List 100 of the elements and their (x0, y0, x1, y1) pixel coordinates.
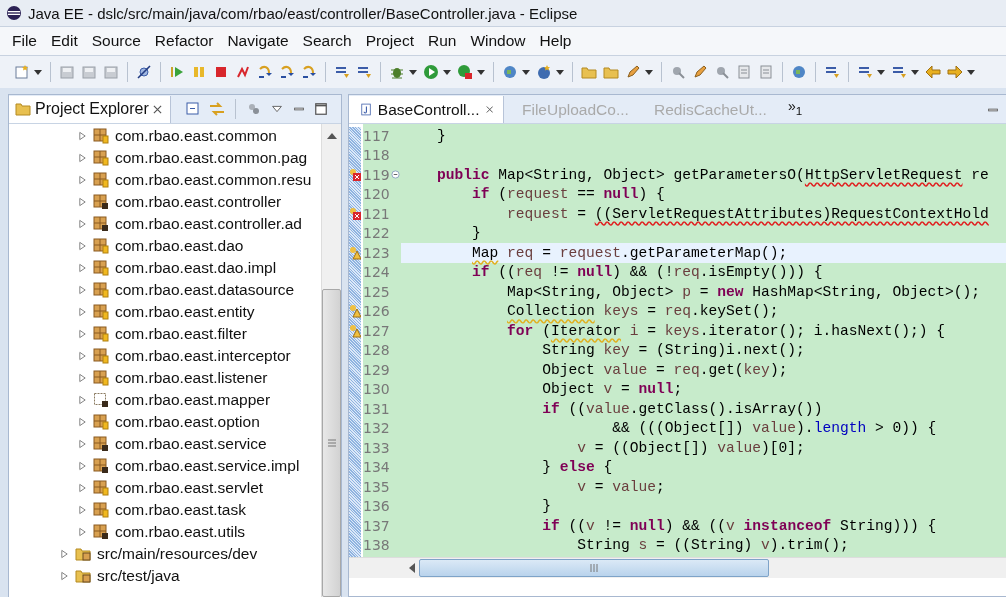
menu-item[interactable]: Source (84, 32, 148, 50)
tree-item[interactable]: com.rbao.east.listener (115, 369, 268, 387)
menu-item[interactable]: Search (295, 32, 359, 50)
menu-item[interactable]: Edit (44, 32, 85, 50)
folder-icon[interactable] (581, 64, 597, 80)
warning-marker-icon[interactable] (349, 323, 361, 338)
menu-item[interactable]: Navigate (220, 32, 296, 50)
run-icon[interactable] (423, 64, 439, 80)
tree-item[interactable]: com.rbao.east.datasource (115, 281, 295, 299)
navigate-icon[interactable] (891, 64, 907, 80)
navigate-icon[interactable] (857, 64, 873, 80)
link-arrows-icon[interactable] (208, 101, 225, 117)
caret-icon[interactable] (522, 69, 530, 75)
tree-item[interactable]: com.rbao.east.common (115, 127, 277, 145)
tree-item[interactable]: com.rbao.east.service.impl (115, 457, 300, 475)
scroll-up-icon[interactable] (326, 133, 337, 139)
caret-icon[interactable] (877, 69, 885, 75)
expand-arrow-icon[interactable] (78, 263, 87, 273)
tree-item[interactable]: com.rbao.east.controller.ad (115, 215, 302, 233)
fold-toggle-icon[interactable] (390, 170, 400, 180)
external-tool-icon[interactable] (457, 64, 473, 80)
tree-item[interactable]: com.rbao.east.mapper (115, 391, 271, 409)
menu-item[interactable]: Refactor (147, 32, 221, 50)
expand-arrow-icon[interactable] (78, 373, 87, 383)
save-icon[interactable] (59, 64, 75, 80)
caret-icon[interactable] (477, 69, 485, 75)
vertical-scrollbar[interactable] (321, 124, 341, 597)
expand-arrow-icon[interactable] (78, 527, 87, 537)
expand-arrow-icon[interactable] (78, 175, 87, 185)
expand-arrow-icon[interactable] (78, 417, 87, 427)
step-over-icon[interactable] (279, 64, 295, 80)
forward-arrow-icon[interactable] (947, 64, 963, 80)
expand-arrow-icon[interactable] (78, 483, 87, 493)
expand-arrow-icon[interactable] (78, 461, 87, 471)
stop-icon[interactable] (213, 64, 229, 80)
tree-item[interactable]: com.rbao.east.interceptor (115, 347, 291, 365)
back-arrow-icon[interactable] (925, 64, 941, 80)
error-marker-icon[interactable] (349, 206, 361, 221)
navigate-icon[interactable] (824, 64, 840, 80)
tree-item[interactable]: com.rbao.east.controller (115, 193, 282, 211)
tree-item[interactable]: com.rbao.east.filter (115, 325, 247, 343)
tree-item[interactable]: src/main/resources/dev (97, 545, 258, 563)
tree-item[interactable]: com.rbao.east.servlet (115, 479, 264, 497)
expand-arrow-icon[interactable] (78, 329, 87, 339)
caret-icon[interactable] (911, 69, 919, 75)
warning-marker-icon[interactable] (349, 304, 361, 319)
pencil-icon[interactable] (625, 64, 641, 80)
expand-arrow-icon[interactable] (78, 219, 87, 229)
menu-item[interactable]: Window (463, 32, 533, 50)
list-arrow-icon[interactable] (334, 64, 350, 80)
skip-breakpoints-icon[interactable] (136, 64, 152, 80)
tree-item[interactable]: src/test/java (97, 567, 180, 585)
tree-item[interactable]: com.rbao.east.task (115, 501, 246, 519)
step-filter-icon[interactable] (356, 64, 372, 80)
class-icon[interactable] (536, 64, 552, 80)
horizontal-scrollbar[interactable] (349, 557, 1006, 578)
print-icon[interactable] (103, 64, 119, 80)
menu-item[interactable]: Help (532, 32, 579, 50)
expand-arrow-icon[interactable] (78, 285, 87, 295)
save-all-icon[interactable] (81, 64, 97, 80)
tree-item[interactable]: com.rbao.east.common.resu (115, 171, 312, 189)
close-icon[interactable] (485, 105, 493, 114)
scroll-left-icon[interactable] (409, 563, 415, 573)
expand-arrow-icon[interactable] (78, 351, 87, 361)
expand-arrow-icon[interactable] (60, 549, 69, 559)
warning-marker-icon[interactable] (349, 245, 361, 260)
tree-item[interactable]: com.rbao.east.dao.impl (115, 259, 277, 277)
resume-icon[interactable] (169, 64, 185, 80)
expand-arrow-icon[interactable] (78, 153, 87, 163)
expand-arrow-icon[interactable] (78, 307, 87, 317)
view-tab[interactable]: Project Explorer (9, 95, 171, 123)
menu-item[interactable]: Run (421, 32, 464, 50)
editor-tab[interactable]: BaseControll... (349, 96, 504, 123)
expand-arrow-icon[interactable] (78, 241, 87, 251)
maximize-icon[interactable] (313, 102, 328, 116)
caret-icon[interactable] (443, 69, 451, 75)
expand-arrow-icon[interactable] (78, 197, 87, 207)
expand-arrow-icon[interactable] (60, 571, 69, 581)
tree-item[interactable]: com.rbao.east.option (115, 413, 260, 431)
menu-item[interactable]: File (5, 32, 44, 50)
disconnect-icon[interactable] (235, 64, 251, 80)
expand-arrow-icon[interactable] (78, 395, 87, 405)
globe-icon[interactable] (791, 64, 807, 80)
tree-item[interactable]: com.rbao.east.common.pag (115, 149, 308, 167)
tree-item[interactable]: com.rbao.east.dao (115, 237, 244, 255)
expand-arrow-icon[interactable] (78, 439, 87, 449)
more-tabs-indicator[interactable]: »$_{1}$ (788, 98, 803, 117)
scroll-thumb[interactable] (322, 289, 341, 597)
error-marker-icon[interactable] (349, 167, 361, 182)
expand-arrow-icon[interactable] (78, 131, 87, 141)
caret-icon[interactable] (556, 69, 564, 75)
tree-item[interactable]: com.rbao.east.utils (115, 523, 246, 541)
caret-icon[interactable] (409, 69, 417, 75)
tree-item[interactable]: com.rbao.east.service (115, 435, 267, 453)
caret-icon[interactable] (645, 69, 653, 75)
menu-item[interactable]: Project (358, 32, 421, 50)
step-return-icon[interactable] (301, 64, 317, 80)
close-icon[interactable] (152, 104, 162, 114)
caret-icon[interactable] (967, 69, 975, 75)
folder-icon[interactable] (603, 64, 619, 80)
